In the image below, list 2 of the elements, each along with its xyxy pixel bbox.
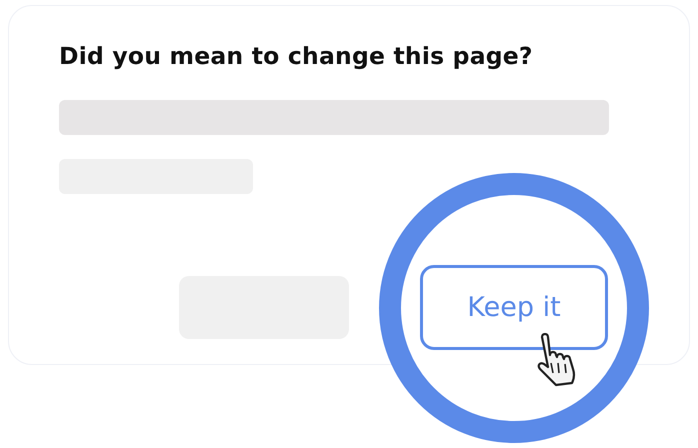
dialog-title: Did you mean to change this page? (59, 42, 534, 70)
keep-it-button[interactable]: Keep it (420, 265, 608, 350)
